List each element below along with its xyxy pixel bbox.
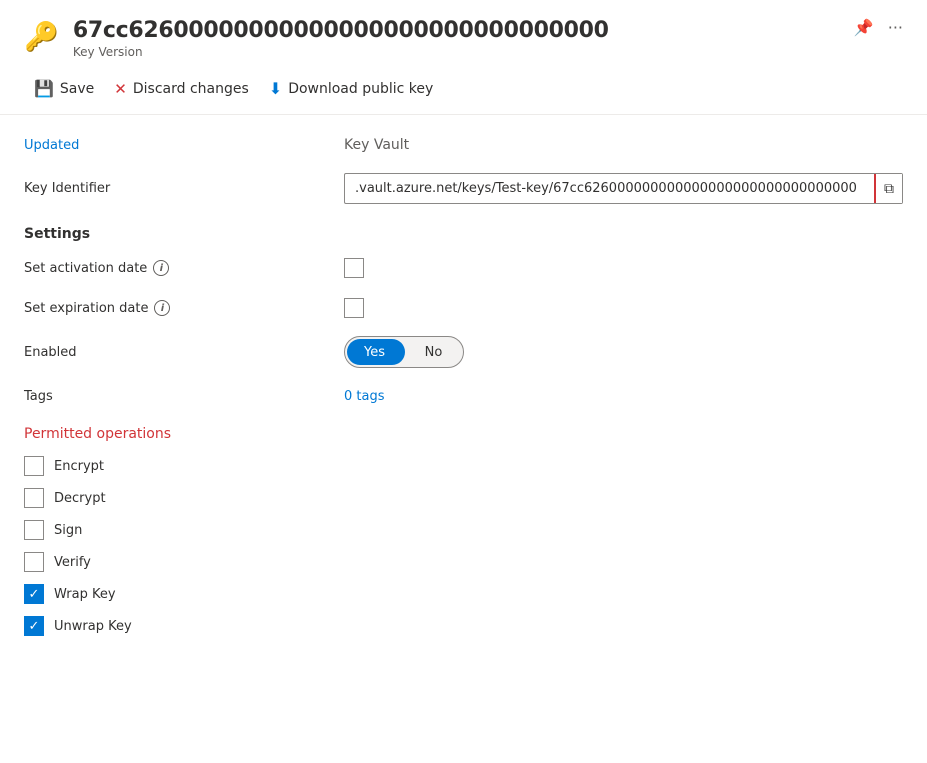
toggle-yes[interactable]: Yes (345, 345, 404, 360)
updated-value-text: Key Vault (344, 137, 409, 153)
activation-checkbox-container (344, 258, 903, 278)
page-subtitle: Key Version (73, 45, 840, 59)
operation-label-unwrap-key: Unwrap Key (54, 619, 132, 634)
operation-label-decrypt: Decrypt (54, 491, 106, 506)
tags-link[interactable]: 0 tags (344, 389, 385, 404)
operation-label-sign: Sign (54, 523, 82, 538)
discard-icon: ✕ (114, 80, 127, 98)
operation-checkbox-encrypt[interactable] (24, 456, 44, 476)
operation-checkbox-sign[interactable] (24, 520, 44, 540)
operation-checkbox-decrypt[interactable] (24, 488, 44, 508)
key-identifier-input[interactable] (345, 175, 874, 202)
expiration-row: Set expiration date i (24, 288, 903, 328)
updated-text: Updated (24, 138, 79, 153)
toggle-no[interactable]: No (404, 345, 463, 360)
tags-label: Tags (24, 389, 344, 404)
key-identifier-value: ⧉ (344, 173, 903, 204)
save-icon: 💾 (34, 79, 54, 98)
enabled-label: Enabled (24, 345, 344, 360)
copy-button[interactable]: ⧉ (874, 174, 902, 203)
expiration-checkbox-container (344, 298, 903, 318)
tags-row: Tags 0 tags (24, 376, 903, 416)
updated-row: Updated Key Vault (24, 125, 903, 165)
operation-checkbox-wrap-key[interactable] (24, 584, 44, 604)
toolbar: 💾 Save ✕ Discard changes ⬇ Download publ… (0, 67, 927, 115)
key-identifier-label: Key Identifier (24, 181, 344, 196)
enabled-toggle-container: Yes No (344, 336, 903, 368)
activation-info-icon[interactable]: i (153, 260, 169, 276)
updated-value: Key Vault (344, 137, 903, 153)
operation-label-wrap-key: Wrap Key (54, 587, 116, 602)
operation-checkbox-unwrap-key[interactable] (24, 616, 44, 636)
operation-row: Decrypt (24, 482, 903, 514)
pin-icon[interactable]: 📌 (854, 18, 874, 37)
download-icon: ⬇ (269, 79, 282, 98)
key-identifier-row: Key Identifier ⧉ (24, 165, 903, 212)
header-section: 🔑 67cc62600000000000000000000000000000 K… (0, 0, 927, 67)
enabled-toggle[interactable]: Yes No (344, 336, 464, 368)
operation-row: Sign (24, 514, 903, 546)
operation-label-encrypt: Encrypt (54, 459, 104, 474)
save-label: Save (60, 81, 94, 97)
activation-row: Set activation date i (24, 248, 903, 288)
permitted-operations-heading: Permitted operations (24, 416, 903, 450)
download-button[interactable]: ⬇ Download public key (259, 73, 444, 104)
activation-checkbox[interactable] (344, 258, 364, 278)
operations-list: Encrypt Decrypt Sign Verify Wrap Key Unwrap K… (24, 450, 903, 642)
operation-row: Wrap Key (24, 578, 903, 610)
discard-button[interactable]: ✕ Discard changes (104, 74, 258, 104)
save-button[interactable]: 💾 Save (24, 73, 104, 104)
discard-label: Discard changes (133, 81, 249, 97)
expiration-label: Set expiration date i (24, 300, 344, 316)
key-identifier-container: ⧉ (344, 173, 903, 204)
operation-row: Verify (24, 546, 903, 578)
settings-heading: Settings (24, 212, 903, 248)
key-icon: 🔑 (24, 20, 59, 53)
enabled-row: Enabled Yes No (24, 328, 903, 376)
page-title: 67cc62600000000000000000000000000000 (73, 18, 840, 43)
operation-row: Encrypt (24, 450, 903, 482)
updated-label: Updated (24, 138, 344, 153)
content-area: Updated Key Vault Key Identifier ⧉ Setti… (0, 115, 927, 666)
activation-label: Set activation date i (24, 260, 344, 276)
expiration-checkbox[interactable] (344, 298, 364, 318)
download-label: Download public key (288, 81, 433, 97)
expiration-info-icon[interactable]: i (154, 300, 170, 316)
operation-label-verify: Verify (54, 555, 91, 570)
title-area: 67cc62600000000000000000000000000000 Key… (73, 18, 840, 59)
operation-checkbox-verify[interactable] (24, 552, 44, 572)
operation-row: Unwrap Key (24, 610, 903, 642)
more-options-icon[interactable]: ··· (888, 18, 903, 37)
copy-icon: ⧉ (884, 180, 894, 197)
tags-value: 0 tags (344, 388, 903, 404)
